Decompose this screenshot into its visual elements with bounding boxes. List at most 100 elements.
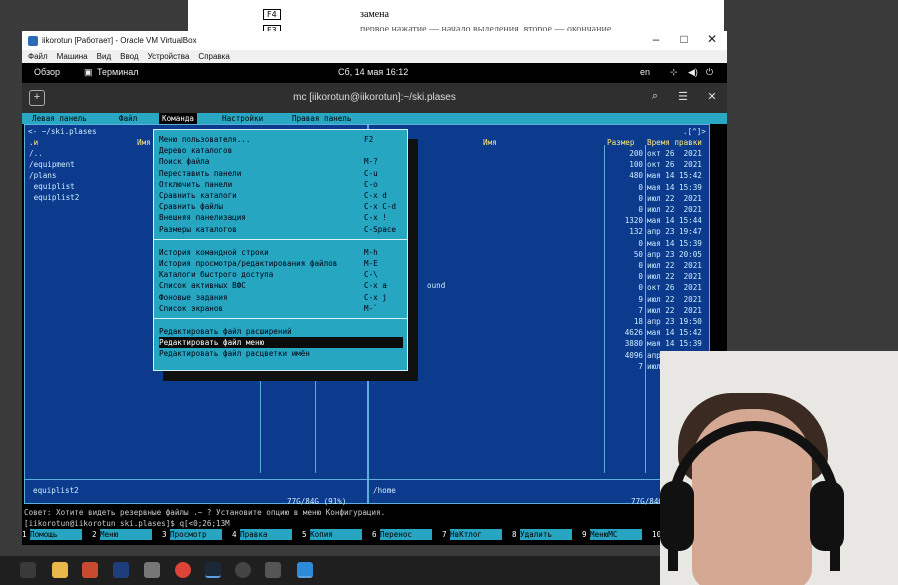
command-menu-item[interactable]: Переставить панели C-u <box>159 168 403 179</box>
menu-file[interactable]: Файл <box>28 52 48 61</box>
photoshop-icon[interactable] <box>113 562 129 578</box>
activities-button[interactable]: Обзор <box>34 67 60 77</box>
menu-separator <box>154 318 407 319</box>
volume-icon[interactable]: ◀) <box>688 67 698 78</box>
power-icon[interactable]: ⏻ <box>706 67 713 78</box>
fkey-label: Меню <box>100 529 152 541</box>
taskview-icon[interactable] <box>20 562 36 578</box>
clock[interactable]: Сб, 14 мая 16:12 <box>338 67 408 77</box>
virtualbox-icon[interactable] <box>265 562 281 578</box>
file-mtime: апр 23 20:05 <box>647 249 702 259</box>
command-menu-item[interactable]: Фоновые задания C-x j <box>159 292 403 303</box>
command-prompt[interactable]: [iikorotun@iikorotun ski.plases]$ q[<0;2… <box>24 518 727 529</box>
hamburger-menu-icon[interactable]: ☰ <box>674 90 692 106</box>
menu-item-label: История просмотра/редактирования файлов <box>159 259 338 268</box>
command-menu-item[interactable]: Редактировать файл расцветки имён <box>159 348 403 359</box>
terminal-headerbar: + mc [iikorotun@iikorotun]:~/ski.plases … <box>22 83 727 113</box>
menu-help[interactable]: Справка <box>198 52 229 61</box>
fkey-6[interactable]: 6 Перенос <box>372 529 432 541</box>
file-row[interactable]: /.. <box>29 148 43 159</box>
fkey-2[interactable]: 2 Меню <box>92 529 152 541</box>
mc-menu-command[interactable]: Команда <box>159 113 198 125</box>
command-menu-item[interactable]: Сравнить файлы C-x C-d <box>159 201 403 212</box>
app-icon[interactable] <box>144 562 160 578</box>
command-menu-item[interactable]: Редактировать файл меню <box>159 337 403 349</box>
fkey-8[interactable]: 8 Удалить <box>512 529 572 541</box>
menu-view[interactable]: Вид <box>97 52 111 61</box>
command-menu-item[interactable]: Меню пользователя... F2 <box>159 134 403 145</box>
menu-item-shortcut: M-` <box>364 303 378 313</box>
steam-icon[interactable] <box>205 562 221 578</box>
terminal-content[interactable]: Левая панель Файл Команда Настройки Прав… <box>22 113 727 545</box>
file-mtime: мая 14 15:39 <box>647 238 702 248</box>
close-icon[interactable]: ✕ <box>703 90 721 106</box>
command-menu-item[interactable]: Сравнить каталоги C-x d <box>159 190 403 201</box>
mc-menu-options[interactable]: Настройки <box>222 113 263 124</box>
file-row[interactable]: /plans <box>29 170 56 181</box>
command-menu-item[interactable]: Отключить панели C-o <box>159 179 403 190</box>
mc-menu-file[interactable]: Файл <box>119 113 137 124</box>
maximize-icon[interactable]: □ <box>670 32 698 46</box>
right-panel-status: /home <box>373 486 396 495</box>
menu-devices[interactable]: Устройства <box>148 52 190 61</box>
fkey-1[interactable]: 1 Помощь <box>22 529 82 541</box>
chrome-icon[interactable] <box>175 562 191 578</box>
command-menu-item[interactable]: История просмотра/редактирования файлов M… <box>159 258 403 269</box>
file-size: 18 <box>633 317 643 326</box>
file-size: 132 <box>629 227 643 237</box>
mc-menu-right[interactable]: Правая панель <box>292 113 351 124</box>
app-icon[interactable] <box>297 562 313 578</box>
fkey-number: 6 <box>372 530 377 539</box>
menu-item-label: История командной строки <box>159 247 269 257</box>
command-menu-item[interactable]: Размеры каталогов C-Space <box>159 224 403 235</box>
menu-item-label: Каталоги быстрого доступа <box>159 270 274 280</box>
command-menu-item[interactable]: Список экранов M-` <box>159 303 403 314</box>
menu-item-label: Меню пользователя... <box>159 135 251 144</box>
fkey-5[interactable]: 5 Копия <box>302 529 362 541</box>
right-panel[interactable]: .[^]> Имя Размер Время правки ound 200 ок… <box>368 124 710 506</box>
menu-item-shortcut: C-x j <box>364 292 387 302</box>
powerpoint-icon[interactable] <box>82 562 98 578</box>
network-icon[interactable]: ⊹ <box>670 67 678 78</box>
command-dropdown-menu[interactable]: Меню пользователя... F2 Дерево каталогов По… <box>153 129 408 371</box>
file-mtime: апр 23 19:50 <box>647 317 702 326</box>
command-menu-item[interactable]: Каталоги быстрого доступа C-\ <box>159 269 403 280</box>
fkey-7[interactable]: 7 НвКтлог <box>442 529 502 541</box>
command-menu-item[interactable]: Список активных ВФС C-x a <box>159 280 403 291</box>
command-menu-item[interactable]: Внешняя панелизация C-x ! <box>159 212 403 223</box>
obs-icon[interactable] <box>235 562 251 578</box>
fkey-3[interactable]: 3 Просмотр <box>162 529 222 541</box>
command-menu-item[interactable]: Дерево каталогов <box>159 145 403 156</box>
file-row[interactable]: equiplist <box>29 181 75 192</box>
menu-item-label: Дерево каталогов <box>159 146 233 156</box>
file-row[interactable]: /equipment <box>29 159 75 170</box>
file-mtime: мая 14 15:42 <box>647 171 702 181</box>
fkey-number: 10 <box>652 530 662 539</box>
menu-item-shortcut: M-h <box>364 247 378 257</box>
mc-menubar: Левая панель Файл Команда Настройки Прав… <box>22 113 727 125</box>
left-panel-free: 77G/84G (91%) <box>287 497 347 506</box>
fkey-9[interactable]: 9 МенюMC <box>582 529 642 541</box>
command-menu-item[interactable]: История командной строки M-h <box>159 247 403 258</box>
fkey-number: 7 <box>442 530 447 539</box>
command-menu-item[interactable]: Поиск файла M-? <box>159 156 403 167</box>
command-menu-item[interactable]: Редактировать файл расширений <box>159 326 403 337</box>
file-explorer-icon[interactable] <box>52 562 68 578</box>
virtualbox-titlebar[interactable]: iikorotun [Работает] - Oracle VM Virtual… <box>22 31 727 50</box>
menu-machine[interactable]: Машина <box>57 52 88 61</box>
fkey-label: МенюMC <box>590 529 642 541</box>
fkey-number: 8 <box>512 530 517 539</box>
app-menu[interactable]: Терминал <box>97 67 138 77</box>
menu-input[interactable]: Ввод <box>120 52 138 61</box>
fkey-4[interactable]: 4 Правка <box>232 529 292 541</box>
file-row[interactable]: ound <box>427 280 445 291</box>
file-mtime: окт 26 2021 <box>647 160 702 170</box>
keyboard-layout[interactable]: en <box>640 67 650 77</box>
mc-menu-left[interactable]: Левая панель <box>32 113 87 124</box>
menu-item-label: Список экранов <box>159 303 224 313</box>
file-row[interactable]: equiplist2 <box>29 192 80 203</box>
search-icon[interactable]: ⌕ <box>646 90 664 106</box>
minimize-icon[interactable]: – <box>642 32 670 46</box>
file-size: 7 <box>638 305 643 315</box>
close-icon[interactable]: ✕ <box>698 32 726 46</box>
